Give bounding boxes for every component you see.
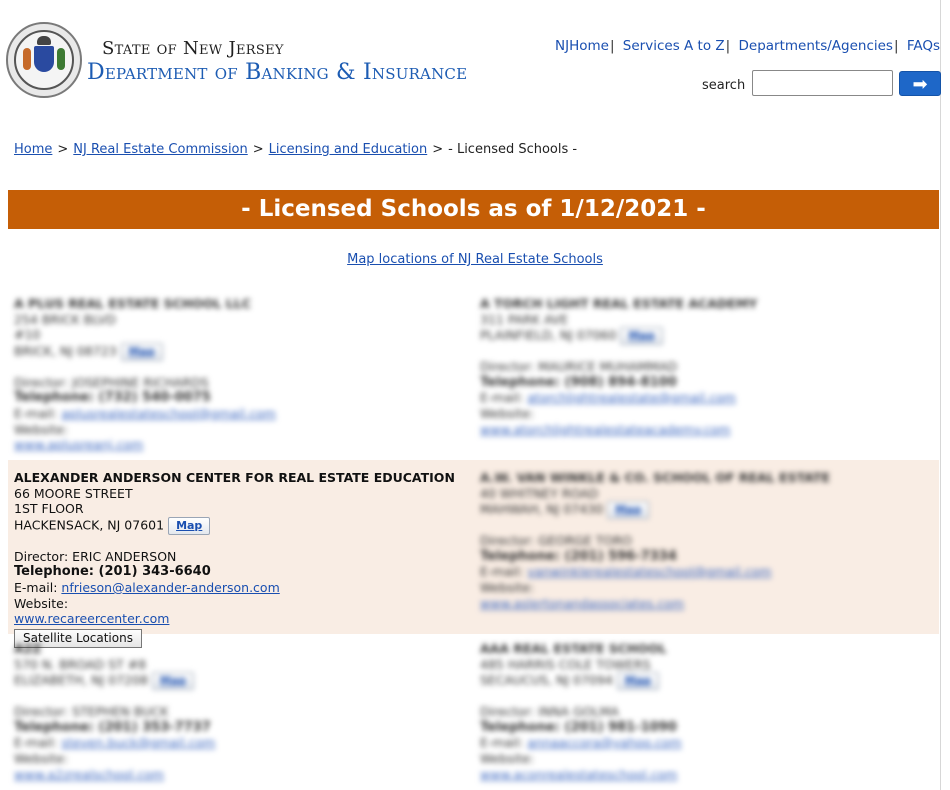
school-entry: A PLUS REAL ESTATE SCHOOL LLC 254 BRICK … — [14, 296, 276, 453]
school-entry: A2Z 570 N. BROAD ST #8 ELIZABETH, NJ 072… — [14, 641, 216, 782]
school-telephone: Telephone: (732) 540-0075 — [14, 390, 211, 406]
school-address-line2: 1ST FLOOR — [14, 501, 84, 517]
school-website-link[interactable]: www.aplusreanj.com — [14, 437, 143, 452]
school-address-line1: 254 BRICK BLVD — [14, 311, 117, 327]
school-entry: AAA REAL ESTATE SCHOOL 485 HARRIS COLE T… — [480, 641, 682, 782]
page-title-banner: - Licensed Schools as of 1/12/2021 - — [8, 190, 939, 229]
map-button[interactable]: Map — [120, 342, 163, 361]
school-name: A.W. VAN WINKLE & CO. SCHOOL OF REAL EST… — [480, 470, 830, 485]
school-city: MAHWAH, NJ 07430 — [480, 501, 604, 517]
school-address-line1: 66 MOORE STREET — [14, 485, 133, 501]
school-name: A TORCH LIGHT REAL ESTATE ACADEMY — [480, 296, 758, 311]
map-locations-link[interactable]: Map locations of NJ Real Estate Schools — [347, 252, 603, 267]
school-address-line1: 570 N. BROAD ST #8 — [14, 656, 147, 672]
school-telephone: Telephone: (201) 596-7334 — [480, 548, 677, 564]
school-address-line2: #10 — [14, 327, 41, 343]
map-button[interactable]: Map — [168, 516, 211, 535]
school-name: A PLUS REAL ESTATE SCHOOL LLC — [14, 296, 251, 311]
school-city: SECAUCUS, NJ 07094 — [480, 672, 613, 688]
arrow-right-icon: ➡ — [912, 73, 928, 94]
school-address-line1: 40 WHITNEY ROAD — [480, 485, 599, 501]
school-address-line1: 311 PARK AVE — [480, 311, 569, 327]
school-entry: A.W. VAN WINKLE & CO. SCHOOL OF REAL EST… — [480, 470, 830, 611]
school-entry: A TORCH LIGHT REAL ESTATE ACADEMY 311 PA… — [480, 296, 758, 437]
school-email-link[interactable]: steven.buck@gmail.com — [61, 735, 215, 750]
school-email-link[interactable]: atorchlightrealestate@gmail.com — [527, 390, 736, 405]
school-email-link[interactable]: aplusrealestateschool@gmail.com — [61, 406, 276, 421]
school-email-link[interactable]: vanwinklerealestateschool@gmail.com — [527, 564, 771, 579]
breadcrumb-real-estate-commission[interactable]: NJ Real Estate Commission — [73, 142, 247, 157]
school-director: Director: STEPHEN BUCK — [14, 704, 169, 720]
school-address-line1: 485 HARRIS COLE TOWERS — [480, 656, 651, 672]
school-website-link[interactable]: www.atorchlightrealestateacademy.com — [480, 422, 730, 437]
department-title: Department of Banking & Insurance — [87, 60, 468, 85]
nav-services-a-to-z[interactable]: Services A to Z — [623, 38, 725, 54]
school-website-link[interactable]: www.recareercenter.com — [14, 611, 169, 626]
school-director: Director: INNA GOLMA — [480, 704, 619, 720]
nav-departments-agencies[interactable]: Departments/Agencies — [739, 38, 893, 54]
school-name: A2Z — [14, 641, 42, 656]
state-title: State of New Jersey — [102, 38, 284, 59]
school-city: ELIZABETH, NJ 07208 — [14, 672, 148, 688]
school-city: BRICK, NJ 08723 — [14, 343, 117, 359]
map-link-container: Map locations of NJ Real Estate Schools — [0, 252, 950, 267]
nav-njhome[interactable]: NJHome — [555, 38, 609, 54]
school-director: Director: ERIC ANDERSON — [14, 548, 177, 564]
map-button[interactable]: Map — [607, 501, 650, 520]
school-city: HACKENSACK, NJ 07601 — [14, 517, 165, 533]
breadcrumb-licensing-education[interactable]: Licensing and Education — [269, 142, 428, 157]
nav-faqs[interactable]: FAQs — [907, 38, 940, 54]
map-button[interactable]: Map — [616, 672, 660, 691]
breadcrumb-home[interactable]: Home — [14, 142, 52, 157]
school-telephone: Telephone: (201) 981-1090 — [480, 719, 677, 735]
school-telephone: Telephone: (201) 353-7737 — [14, 719, 211, 735]
school-website-link[interactable]: www.a2zrealschool.com — [14, 767, 164, 782]
map-button[interactable]: Map — [151, 672, 195, 691]
school-telephone: Telephone: (908) 894-8100 — [480, 374, 677, 390]
school-telephone: Telephone: (201) 343-6640 — [14, 564, 211, 580]
school-entry-alexander-anderson: ALEXANDER ANDERSON CENTER FOR REAL ESTAT… — [14, 470, 455, 648]
top-navigation: NJHome| Services A to Z| Departments/Age… — [554, 38, 940, 54]
nj-state-seal-icon — [6, 22, 82, 98]
school-name: ALEXANDER ANDERSON CENTER FOR REAL ESTAT… — [14, 470, 455, 485]
breadcrumb-current: - Licensed Schools - — [448, 142, 578, 157]
page-right-border — [940, 0, 941, 790]
school-director: Director: GEORGE TORO — [480, 533, 632, 549]
breadcrumb: Home > NJ Real Estate Commission > Licensing… — [14, 142, 578, 157]
search-submit-button[interactable]: ➡ — [899, 71, 941, 96]
school-website-link[interactable]: www.aslertonandassociates.com — [480, 596, 684, 611]
search-input[interactable] — [752, 70, 893, 96]
school-director: Director: MAURICE MUHAMMAD — [480, 359, 678, 375]
search-label: search — [702, 78, 746, 93]
school-email-link[interactable]: annaaccora@yahoo.com — [527, 735, 681, 750]
school-director: Director: JOSEPHINE RICHARDS — [14, 374, 209, 390]
map-button[interactable]: Map — [620, 327, 663, 346]
school-website-link[interactable]: www.aconrealestateschool.com — [480, 767, 677, 782]
school-email-link[interactable]: nfrieson@alexander-anderson.com — [61, 580, 279, 595]
school-name: AAA REAL ESTATE SCHOOL — [480, 641, 667, 656]
school-city: PLAINFIELD, NJ 07060 — [480, 327, 617, 343]
